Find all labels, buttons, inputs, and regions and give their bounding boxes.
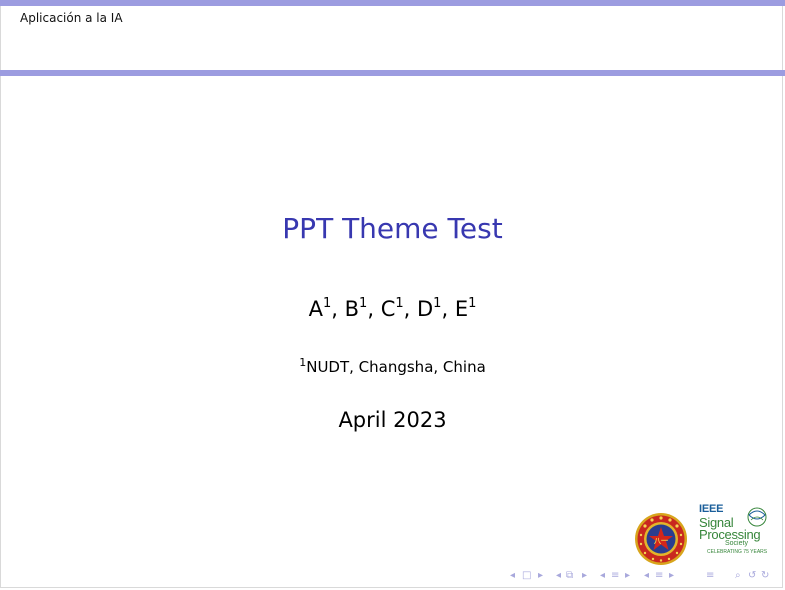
- nav-arrow-left-icon[interactable]: ◂: [644, 569, 649, 583]
- header-bottom-rule: [0, 70, 785, 76]
- nav-arrow-left-icon[interactable]: ◂: [556, 569, 561, 583]
- institute-name: NUDT, Changsha, China: [306, 358, 486, 376]
- nav-subsection-icon[interactable]: ⧉: [566, 569, 573, 583]
- nav-section-icon[interactable]: ≡: [611, 569, 619, 583]
- author-name: B: [344, 297, 360, 321]
- nav-arrow-right-icon[interactable]: ▸: [669, 569, 674, 583]
- author-name: C: [380, 297, 396, 321]
- nav-arrow-right-icon[interactable]: ▸: [582, 569, 587, 583]
- nav-forward-icon[interactable]: ↻: [761, 569, 769, 583]
- author-affiliation: 1: [468, 296, 477, 311]
- header-short-title: Aplicación a la IA: [20, 11, 123, 25]
- university-seal-logo: 八一: [635, 513, 687, 565]
- author-list: A1, B1, C1, D1, E1: [308, 296, 477, 321]
- ieee-logo-line: Society: [725, 540, 748, 547]
- ieee-sps-logo: IEEE Signal Processing Society CELEBRATI…: [695, 503, 773, 559]
- ieee-swirl-icon: [747, 507, 767, 527]
- author-name: D: [417, 297, 434, 321]
- nav-arrow-left-icon[interactable]: ◂: [600, 569, 605, 583]
- nav-search-icon[interactable]: ⌕: [735, 569, 741, 583]
- author-name: E: [454, 297, 469, 321]
- nav-arrow-left-icon[interactable]: ◂: [510, 569, 515, 583]
- author-affiliation: 1: [395, 296, 404, 311]
- nav-toc-icon[interactable]: ≡: [706, 569, 714, 583]
- slide-title: PPT Theme Test: [282, 212, 503, 245]
- nav-arrow-right-icon[interactable]: ▸: [625, 569, 630, 583]
- nav-frame-icon[interactable]: □: [522, 569, 531, 583]
- author-affiliation: 1: [433, 296, 442, 311]
- institute: 1NUDT, Changsha, China: [0, 357, 785, 376]
- slide-date: April 2023: [338, 408, 447, 432]
- ieee-logo-word: IEEE: [699, 503, 724, 515]
- ieee-logo-tagline: CELEBRATING 75 YEARS: [707, 549, 768, 555]
- author-name: A: [308, 297, 323, 321]
- author-affiliation: 1: [359, 296, 368, 311]
- nav-back-icon[interactable]: ↺: [748, 569, 756, 583]
- nav-arrow-right-icon[interactable]: ▸: [538, 569, 543, 583]
- beamer-navigation-bar: ◂ □ ▸ ◂ ⧉ ▸ ◂ ≡ ▸ ◂ ≡ ▸ ≡ ⌕ ↺ ↻: [508, 569, 778, 583]
- header-top-rule: [0, 0, 785, 6]
- slide-frame: [0, 0, 783, 588]
- nav-section-icon[interactable]: ≡: [655, 569, 663, 583]
- svg-text:八一: 八一: [653, 537, 668, 545]
- author-affiliation: 1: [322, 296, 332, 311]
